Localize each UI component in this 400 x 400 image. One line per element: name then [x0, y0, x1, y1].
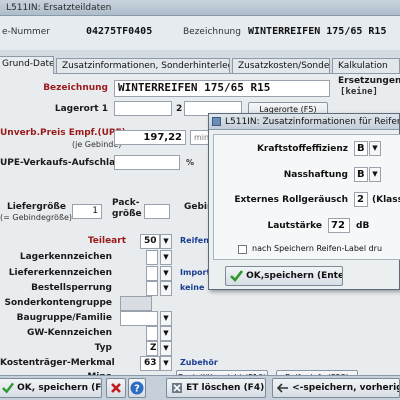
help-icon: ?: [130, 381, 144, 394]
header-bezeichnung-value: WINTERREIFEN 175/65 R15: [248, 26, 387, 37]
rollgeraeusch-input[interactable]: 2: [354, 192, 368, 207]
part-number-value: 04275TF0405: [86, 26, 153, 37]
header-row: e-Nummer 04275TF0405 Bezeichnung WINTERR…: [0, 16, 400, 50]
reifen-label-checkbox[interactable]: [238, 245, 247, 254]
rollgeraeusch-unit: (Klasse): [372, 195, 400, 205]
nasshaftung-label: Nasshaftung: [283, 170, 348, 180]
delete-part-button[interactable]: ET löschen (F4): [166, 378, 266, 398]
header-bezeichnung-label: Bezeichnung: [183, 27, 241, 37]
delete-part-label: ET löschen (F4): [186, 383, 265, 393]
teileart-text: Reifen: [180, 236, 209, 245]
liefererkennzeichen-dropdown-button[interactable]: ▼: [160, 266, 172, 281]
baugruppe-input[interactable]: [120, 311, 158, 326]
kostentraeger-dropdown-button[interactable]: ▼: [160, 356, 172, 371]
save-previous-label: <-speichern, vorherige E: [292, 383, 399, 393]
window-titlebar: L511IN: Ersatzteildaten: [0, 0, 400, 16]
upe-label: Unverb.Preis Empf.(UPE): [0, 128, 126, 138]
teileart-input[interactable]: 50: [140, 234, 160, 249]
rollgeraeusch-label: Externes Rollgeräusch: [234, 195, 348, 205]
tab-zusatzkosten[interactable]: Zusatzkosten/Sonderpreise: [232, 58, 330, 74]
bestellsperrung-input[interactable]: [146, 281, 158, 296]
lautstaerke-unit: dB: [356, 221, 370, 231]
lagerort1-label: Lagerort 1: [54, 104, 108, 114]
delete-icon: [172, 382, 182, 393]
save-previous-button[interactable]: <-speichern, vorherige E: [272, 378, 400, 398]
part-number-label: e-Nummer: [2, 27, 50, 37]
upe-aufschlag-input[interactable]: [114, 155, 180, 170]
kostentraeger-label: Kostenträger-Merkmal: [0, 358, 115, 368]
packgroesse-input[interactable]: [144, 204, 170, 219]
ersetzungen-value: [keine]: [340, 87, 378, 97]
lagerkennzeichen-input[interactable]: [146, 250, 158, 265]
baugruppe-dropdown-button[interactable]: ▼: [160, 311, 172, 326]
nasshaftung-dropdown-button[interactable]: ▼: [369, 167, 381, 182]
typ-label: Typ: [94, 343, 112, 353]
liefergroesse-label: Liefergröße: [6, 202, 66, 212]
lagerort2-label: 2: [176, 104, 183, 114]
reifen-label-checkbox-label: nach Speichern Reifen-Label dru: [252, 244, 383, 253]
kostentraeger-input[interactable]: 63: [140, 356, 160, 371]
ok-save-button[interactable]: OK, speichern (F2): [0, 378, 102, 398]
close-icon: [111, 382, 121, 393]
baugruppe-label: Baugruppe/Familie: [16, 313, 112, 323]
kraftstoffeffizienz-label: Kraftstoffeffizienz: [256, 144, 348, 154]
teileart-dropdown-button[interactable]: ▼: [160, 234, 172, 249]
kraftstoffeffizienz-input[interactable]: B: [354, 141, 368, 156]
sonderkontengruppe-input[interactable]: [120, 296, 152, 311]
liefererkennzeichen-label: Liefererkennzeichen: [8, 268, 112, 278]
typ-input[interactable]: Z: [146, 341, 158, 356]
bestellsperrung-label: Bestellsperrung: [31, 283, 112, 293]
tab-grund-daten[interactable]: Grund-Daten: [0, 56, 54, 74]
arrow-left-icon: [277, 382, 288, 393]
kraftstoffeffizienz-dropdown-button[interactable]: ▼: [369, 141, 381, 156]
reifen-info-dialog: L511IN: Zusatzinformationen für Reifen K…: [208, 113, 400, 290]
tab-bar: Grund-Daten Zusatzinformationen, Sonderh…: [0, 56, 400, 74]
liefererkennzeichen-input[interactable]: [146, 266, 158, 281]
liefergroesse-sublabel: (= Gebindegröße): [0, 213, 73, 222]
typ-dropdown-button[interactable]: ▼: [160, 341, 172, 356]
dialog-ok-label: OK,speichern (Enter): [246, 271, 343, 281]
window-title: L511IN: Ersatzteildaten: [6, 3, 112, 13]
svg-text:?: ?: [134, 383, 140, 394]
check-icon: [230, 269, 243, 282]
liefergroesse-input[interactable]: 1: [72, 204, 102, 219]
dialog-content: Kraftstoffeffizienz B ▼ Nasshaftung B ▼ …: [213, 134, 400, 260]
lautstaerke-label: Lautstärke: [267, 221, 322, 231]
upe-aufschlag-label: UPE-Verkaufs-Aufschlag: [0, 158, 122, 168]
bottom-toolbar: OK, speichern (F2) ? ET löschen (F4) <-s…: [0, 375, 400, 400]
bezeichnung-label: Bezeichnung: [43, 83, 108, 93]
packgroesse-label: Pack- größe: [112, 198, 142, 219]
gw-kennzeichen-label: GW-Kennzeichen: [26, 328, 112, 338]
help-button[interactable]: ?: [128, 378, 146, 398]
tab-zusatzinformationen[interactable]: Zusatzinformationen, Sonderhinterlegunge…: [56, 58, 230, 74]
gw-kennzeichen-input[interactable]: [146, 326, 158, 341]
dialog-ok-button[interactable]: OK,speichern (Enter): [225, 266, 343, 286]
app-icon: [212, 117, 221, 126]
cancel-button[interactable]: [106, 378, 126, 398]
dialog-title: L511IN: Zusatzinformationen für Reifen: [225, 117, 399, 127]
teileart-label: Teileart: [87, 236, 126, 246]
ersetzungen-label: Ersetzungen/O: [338, 76, 400, 86]
sonderkontengruppe-label: Sonderkontengruppe: [4, 298, 112, 308]
bestellsperrung-dropdown-button[interactable]: ▼: [160, 281, 172, 296]
check-icon: [2, 382, 14, 394]
lagerkennzeichen-dropdown-button[interactable]: ▼: [160, 250, 172, 265]
ok-save-label: OK, speichern (F2): [17, 383, 102, 393]
lagerkennzeichen-label: Lagerkennzeichen: [19, 252, 112, 262]
gw-kennzeichen-dropdown-button[interactable]: ▼: [160, 326, 172, 341]
upe-input[interactable]: 197,22: [114, 130, 186, 145]
percent-unit: %: [186, 158, 195, 167]
bestellsperrung-text: keine: [180, 283, 205, 292]
lagerort1-input[interactable]: [114, 101, 172, 116]
liefererkennzeichen-text: Import: [180, 268, 211, 277]
zubehoer-label: Zubehör: [180, 358, 218, 367]
dialog-titlebar: L511IN: Zusatzinformationen für Reifen: [209, 114, 399, 130]
tab-kalkulation[interactable]: Kalkulation: [332, 58, 400, 74]
lautstaerke-input[interactable]: 72: [328, 218, 350, 233]
nasshaftung-input[interactable]: B: [354, 167, 368, 182]
bezeichnung-input[interactable]: WINTERREIFEN 175/65 R15: [114, 80, 330, 97]
